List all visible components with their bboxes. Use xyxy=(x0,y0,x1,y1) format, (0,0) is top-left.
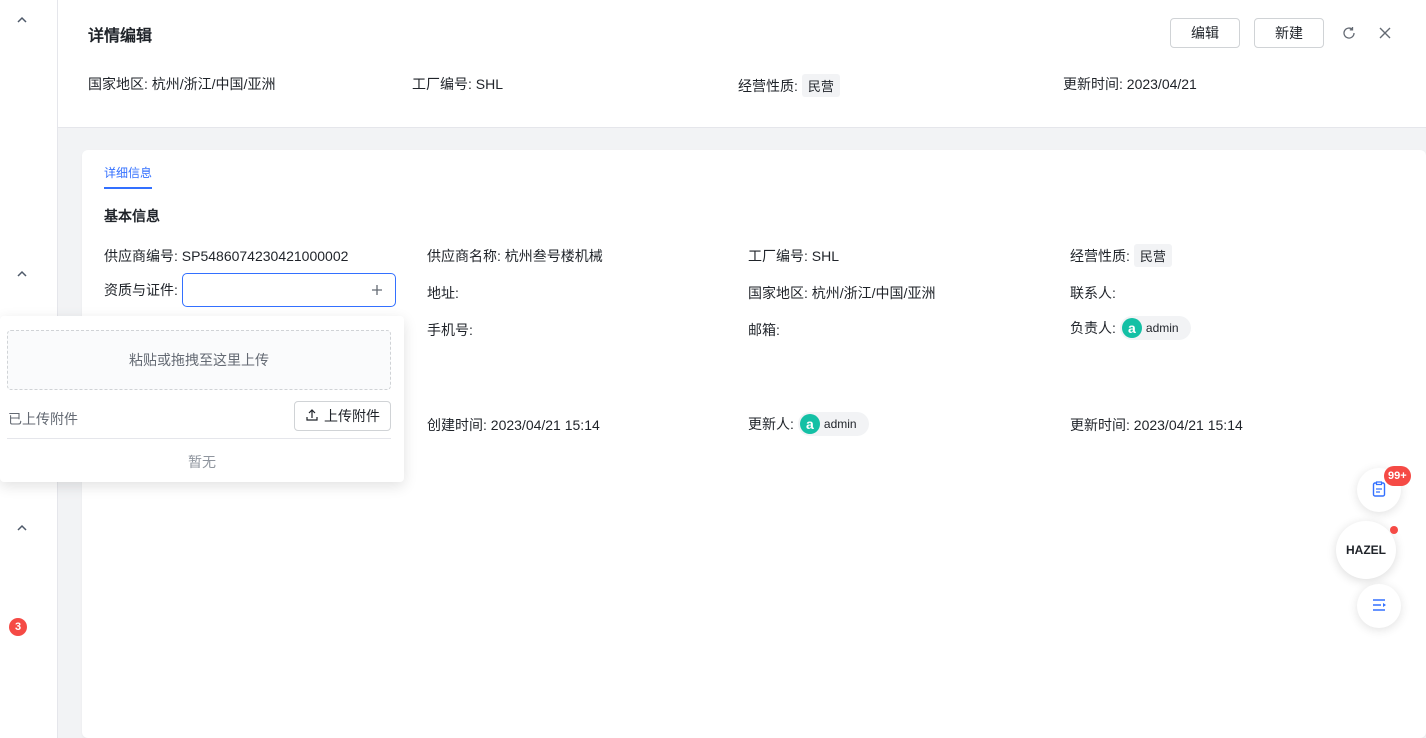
upload-icon xyxy=(305,408,319,425)
edit-button[interactable]: 编辑 xyxy=(1170,18,1240,48)
field-mobile: 手机号: xyxy=(427,322,473,338)
owner-label: 负责人: xyxy=(1070,320,1116,336)
tab-details[interactable]: 详细信息 xyxy=(104,164,153,189)
updater-label: 更新人: xyxy=(748,416,794,432)
todo-count-badge: 99+ xyxy=(1384,466,1411,486)
owner-user-chip[interactable]: a admin xyxy=(1119,316,1191,340)
avatar: a xyxy=(1121,318,1142,338)
chevron-up-icon[interactable] xyxy=(14,520,30,536)
biz-nature-tag: 民营 xyxy=(801,74,840,97)
biz-nature-label: 经营性质: xyxy=(1070,247,1130,264)
upload-attachment-label: 上传附件 xyxy=(324,408,380,424)
meta-biz-nature-label: 经营性质: xyxy=(738,78,798,94)
notification-badge: 3 xyxy=(9,618,27,636)
meta-factory-no: 工厂编号: SHL xyxy=(412,76,504,92)
biz-nature-tag: 民营 xyxy=(1133,244,1172,267)
field-supplier-name: 供应商名称: 杭州叁号楼机械 xyxy=(427,248,603,264)
field-factory-no: 工厂编号: SHL xyxy=(748,248,840,264)
field-updater: 更新人: a admin xyxy=(748,412,869,436)
hazel-assistant-button[interactable]: HAZEL xyxy=(1336,521,1396,579)
certs-upload-input[interactable] xyxy=(181,273,396,307)
field-updated-at: 更新时间: 2023/04/21 15:14 xyxy=(1070,417,1243,433)
field-region: 国家地区: 杭州/浙江/中国/亚洲 xyxy=(748,285,936,301)
avatar: a xyxy=(799,414,820,434)
section-title: 基本信息 xyxy=(104,208,160,224)
updater-name: admin xyxy=(823,417,857,431)
header-actions: 编辑 新建 xyxy=(1170,18,1396,48)
clipboard-icon xyxy=(1370,480,1388,501)
upload-dropzone[interactable]: 粘贴或拖拽至这里上传 xyxy=(7,330,391,390)
detail-header: 详情编辑 编辑 新建 国家地区: 杭州/浙江/中国/亚洲 工厂编号: SHL 经… xyxy=(58,0,1426,128)
new-button[interactable]: 新建 xyxy=(1254,18,1324,48)
chevron-up-icon[interactable] xyxy=(14,12,30,28)
page-title: 详情编辑 xyxy=(88,28,153,45)
empty-state-text: 暂无 xyxy=(188,454,216,470)
field-supplier-no: 供应商编号: SP5486074230421000002 xyxy=(104,248,349,264)
field-address: 地址: xyxy=(427,285,459,301)
outline-float-button[interactable] xyxy=(1357,584,1401,628)
field-biz-nature: 经营性质: 民营 xyxy=(1070,244,1172,267)
field-contact: 联系人: xyxy=(1070,285,1116,301)
list-collapse-icon xyxy=(1370,596,1388,617)
field-email: 邮箱: xyxy=(748,322,780,338)
certs-label: 资质与证件: xyxy=(104,282,178,298)
field-created-at: 创建时间: 2023/04/21 15:14 xyxy=(427,417,600,433)
upload-popover: 粘贴或拖拽至这里上传 已上传附件 上传附件 暂无 xyxy=(0,316,404,482)
owner-name: admin xyxy=(1145,321,1179,335)
field-owner: 负责人: a admin xyxy=(1070,316,1191,340)
updater-user-chip[interactable]: a admin xyxy=(797,412,869,436)
field-certs: 资质与证件: xyxy=(104,273,396,307)
plus-icon[interactable] xyxy=(367,280,387,300)
meta-updated-at: 更新时间: 2023/04/21 xyxy=(1063,76,1197,92)
refresh-icon[interactable] xyxy=(1338,22,1360,44)
close-icon[interactable] xyxy=(1374,22,1396,44)
uploaded-attachments-label: 已上传附件 xyxy=(8,411,78,427)
upload-attachment-button[interactable]: 上传附件 xyxy=(294,401,391,431)
meta-biz-nature: 经营性质: 民营 xyxy=(738,74,840,97)
header-meta: 国家地区: 杭州/浙江/中国/亚洲 工厂编号: SHL 经营性质: 民营 更新时间… xyxy=(88,74,1418,97)
divider xyxy=(7,438,391,439)
meta-region: 国家地区: 杭州/浙江/中国/亚洲 xyxy=(88,76,276,92)
chevron-up-icon[interactable] xyxy=(14,266,30,282)
notification-dot xyxy=(1390,526,1398,534)
